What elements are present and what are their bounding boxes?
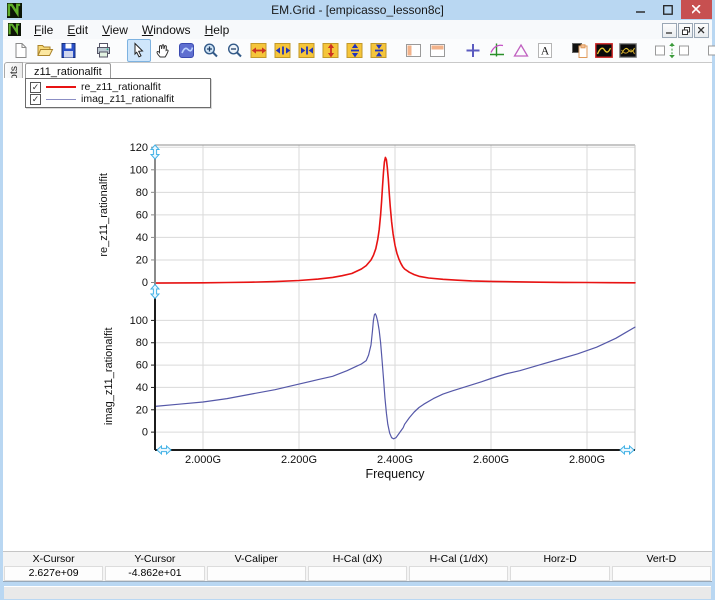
svg-text:20: 20	[136, 254, 148, 266]
add-axes-button[interactable]	[485, 39, 509, 62]
align-vertical-button[interactable]	[651, 39, 693, 62]
top-panel-button[interactable]	[426, 39, 450, 62]
svg-text:40: 40	[136, 232, 148, 244]
status-header-horz-d: Horz-D	[509, 552, 610, 566]
window-title: EM.Grid - [empicasso_lesson8c]	[0, 3, 715, 17]
svg-text:2.000G: 2.000G	[185, 454, 221, 466]
svg-text:A: A	[541, 46, 550, 58]
status-value-horz-d	[510, 566, 609, 581]
pan-tool-button[interactable]	[151, 39, 175, 62]
menu-view[interactable]: View	[95, 21, 135, 39]
add-text-button[interactable]: A	[533, 39, 557, 62]
expand-x-button[interactable]	[247, 39, 271, 62]
title-bar: EM.Grid - [empicasso_lesson8c]	[0, 0, 715, 20]
open-button[interactable]	[33, 39, 57, 62]
legend-line-sample	[46, 86, 76, 88]
app-window: EM.Grid - [empicasso_lesson8c] FileEditV…	[0, 0, 715, 600]
legend-checkbox[interactable]: ✓	[30, 94, 41, 105]
document-tab-strip: z11_rationalfit	[3, 62, 712, 79]
status-header-vert-d: Vert-D	[611, 552, 712, 566]
menu-help[interactable]: Help	[198, 21, 237, 39]
status-value-x-cursor: 2.627e+09	[4, 566, 103, 581]
svg-text:2.200G: 2.200G	[281, 454, 317, 466]
left-panel-button[interactable]	[402, 39, 426, 62]
mdi-restore-button[interactable]	[678, 23, 693, 38]
x-axis-label: Frequency	[365, 467, 425, 481]
status-header-y-cursor: Y-Cursor	[104, 552, 205, 566]
status-header-h-cal-dx-: H-Cal (dX)	[307, 552, 408, 566]
menu-bar: FileEditViewWindowsHelp	[3, 20, 712, 40]
plot-canvas[interactable]: 0 20 40 60 80 100 120 re_z11_rationalfit 0 20 40 60…	[3, 78, 712, 551]
status-value-vert-d	[612, 566, 711, 581]
svg-text:120: 120	[130, 142, 148, 154]
plot-legend[interactable]: ✓ re_z11_rationalfit ✓ imag_z11_rationalfit	[25, 78, 211, 108]
shrink-y-button[interactable]	[343, 39, 367, 62]
svg-text:0: 0	[142, 277, 148, 289]
x-axis-drag-handle[interactable]	[620, 446, 634, 454]
status-header-x-cursor: X-Cursor	[3, 552, 104, 566]
add-triangle-button[interactable]	[509, 39, 533, 62]
plot-client-area: 0 20 40 60 80 100 120 re_z11_rationalfit 0 20 40 60…	[3, 78, 712, 551]
mdi-close-button[interactable]	[694, 23, 709, 38]
toolbar: ALayout▾	[3, 39, 712, 63]
status-value-h-cal-dx-	[308, 566, 407, 581]
y-axis-label-0: re_z11_rationalfit	[98, 173, 110, 257]
svg-text:100: 100	[130, 315, 148, 327]
legend-label: re_z11_rationalfit	[81, 81, 161, 93]
legend-label: imag_z11_rationalfit	[81, 93, 174, 105]
new-document-button[interactable]	[9, 39, 33, 62]
plot-style-yellow-button[interactable]	[616, 39, 640, 62]
legend-line-sample	[46, 99, 76, 100]
minimize-button[interactable]	[627, 0, 654, 19]
status-value-y-cursor: -4.862e+01	[105, 566, 204, 581]
legend-entry-imag_z11_rationalfit: ✓ imag_z11_rationalfit	[30, 93, 206, 105]
svg-text:60: 60	[136, 209, 148, 221]
status-value-v-caliper	[207, 566, 306, 581]
print-button[interactable]	[92, 39, 116, 62]
select-tool-button[interactable]	[127, 39, 151, 62]
svg-text:40: 40	[136, 382, 148, 394]
svg-text:2.800G: 2.800G	[569, 454, 605, 466]
svg-text:2.600G: 2.600G	[473, 454, 509, 466]
copy-plot-button[interactable]	[568, 39, 592, 62]
svg-text:80: 80	[136, 337, 148, 349]
expand-y-button[interactable]	[319, 39, 343, 62]
tab-z11-rationalfit[interactable]: z11_rationalfit	[25, 63, 111, 79]
app-logo-icon-small	[8, 23, 21, 36]
menu-edit[interactable]: Edit	[60, 21, 95, 39]
save-button[interactable]	[57, 39, 81, 62]
status-bar: X-CursorY-CursorV-CaliperH-Cal (dX)H-Cal…	[3, 551, 712, 582]
svg-text:100: 100	[130, 164, 148, 176]
add-marker-button[interactable]	[461, 39, 485, 62]
mdi-minimize-button[interactable]	[662, 23, 677, 38]
status-header-v-caliper: V-Caliper	[206, 552, 307, 566]
compress-y-button[interactable]	[367, 39, 391, 62]
svg-text:80: 80	[136, 187, 148, 199]
status-header-h-cal-1-dx-: H-Cal (1/dX)	[408, 552, 509, 566]
zoom-in-button[interactable]	[199, 39, 223, 62]
y-axis-label-1: imag_z11_rationalfit	[103, 327, 115, 425]
legend-entry-re_z11_rationalfit: ✓ re_z11_rationalfit	[30, 81, 206, 93]
status-value-h-cal-1-dx-	[409, 566, 508, 581]
close-button[interactable]	[681, 0, 712, 19]
maximize-button[interactable]	[654, 0, 681, 19]
window-bottom-border	[3, 581, 712, 600]
menu-windows[interactable]: Windows	[135, 21, 198, 39]
plot-style-red-button[interactable]	[592, 39, 616, 62]
align-horizontal-button[interactable]	[704, 39, 715, 62]
zoom-out-button[interactable]	[223, 39, 247, 62]
fit-view-button[interactable]	[175, 39, 199, 62]
menu-file[interactable]: File	[27, 21, 60, 39]
x-axis-drag-handle[interactable]	[157, 446, 171, 454]
legend-checkbox[interactable]: ✓	[30, 82, 41, 93]
svg-text:2.400G: 2.400G	[377, 454, 413, 466]
shrink-x-button[interactable]	[271, 39, 295, 62]
svg-text:60: 60	[136, 360, 148, 372]
compress-x-button[interactable]	[295, 39, 319, 62]
y-axis-drag-handle[interactable]	[151, 285, 159, 299]
svg-text:0: 0	[142, 427, 148, 439]
svg-text:20: 20	[136, 404, 148, 416]
